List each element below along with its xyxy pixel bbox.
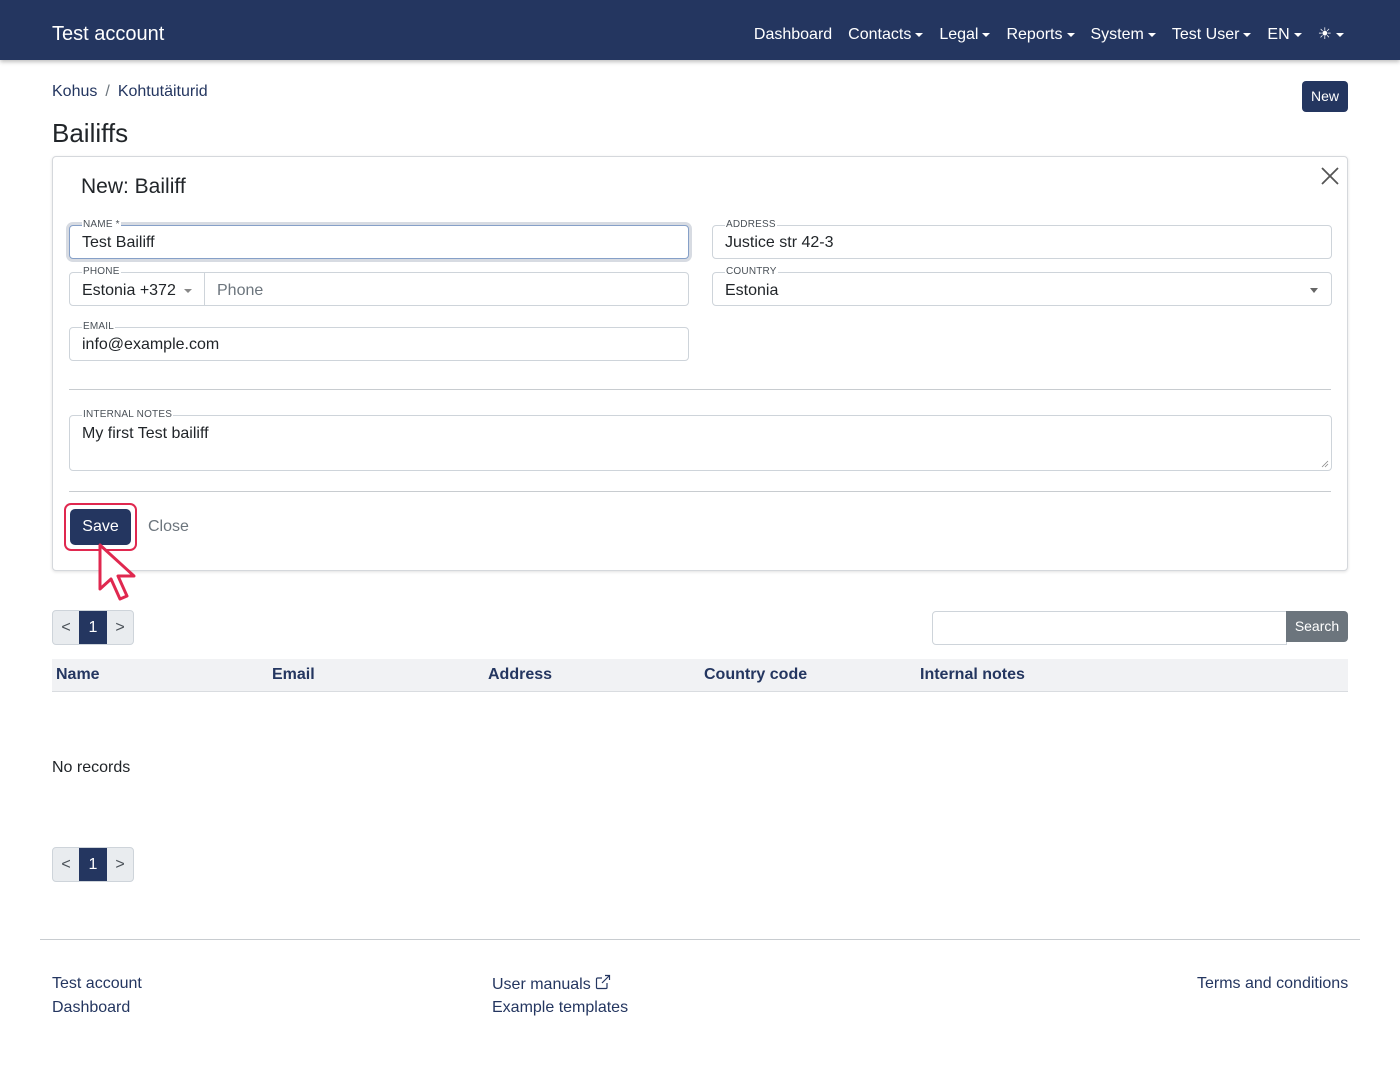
phone-country-select[interactable]: Estonia +372 (70, 273, 205, 305)
pagination-top: < 1 > (52, 610, 134, 645)
caret-down-icon (1293, 33, 1302, 37)
caret-down-icon (1310, 288, 1318, 293)
email-value: info@example.com (82, 336, 220, 353)
column-header-internal-notes[interactable]: Internal notes (920, 665, 1025, 685)
phone-prefix-value: Estonia +372 (82, 282, 176, 299)
nav-system[interactable]: System (1091, 23, 1156, 47)
address-label: Address (725, 219, 777, 231)
name-label: Name * (82, 219, 121, 231)
nav-reports[interactable]: Reports (1006, 23, 1075, 47)
breadcrumb-separator: / (105, 83, 110, 100)
address-field[interactable]: Address Justice str 42-3 (712, 219, 1332, 259)
nav-language-label: EN (1267, 26, 1290, 43)
pointer-cursor-icon (98, 543, 136, 601)
notes-label: Internal notes (82, 409, 174, 421)
current-page-button[interactable]: 1 (79, 848, 107, 881)
empty-table-message: No records (52, 759, 131, 776)
footer-divider (40, 939, 1360, 940)
user-manuals-label: User manuals (492, 976, 591, 993)
sun-icon: ☀ (1317, 26, 1332, 43)
column-header-email[interactable]: Email (272, 665, 315, 685)
close-icon[interactable] (1319, 165, 1341, 187)
main-nav: Dashboard Contacts Legal Reports System … (754, 23, 1344, 47)
footer-link-dashboard[interactable]: Dashboard (52, 998, 130, 1018)
caret-down-icon (1243, 33, 1252, 37)
search-input[interactable] (932, 611, 1287, 645)
form-title: New: Bailiff (81, 175, 186, 198)
divider (69, 491, 1331, 492)
nav-dashboard-label: Dashboard (753, 26, 833, 43)
column-header-address[interactable]: Address (488, 665, 552, 685)
close-button[interactable]: Close (148, 517, 189, 537)
country-select[interactable]: Country Estonia (712, 266, 1332, 306)
nav-system-label: System (1090, 26, 1144, 43)
caret-down-icon (915, 33, 924, 37)
notes-value: My first Test bailiff (82, 425, 209, 442)
page-title: Bailiffs (52, 118, 129, 148)
column-header-country-code[interactable]: Country code (704, 665, 807, 685)
current-page-button[interactable]: 1 (79, 611, 107, 644)
nav-user-label: Test User (1171, 26, 1240, 43)
footer-link-user-manuals[interactable]: User manuals (492, 974, 611, 995)
caret-down-icon (1147, 33, 1156, 37)
prev-page-button[interactable]: < (53, 848, 79, 881)
address-value: Justice str 42-3 (725, 234, 834, 251)
prev-page-button[interactable]: < (53, 611, 79, 644)
phone-placeholder: Phone (217, 282, 264, 299)
table-header: Name Email Address Country code Internal… (52, 659, 1348, 692)
caret-down-icon (1066, 33, 1075, 37)
breadcrumb-item-kohus[interactable]: Kohus (52, 82, 97, 102)
nav-user-menu[interactable]: Test User (1172, 23, 1252, 47)
brand-link[interactable]: Test account (52, 22, 164, 46)
nav-legal-label: Legal (939, 26, 979, 43)
name-value: Test Bailiff (82, 234, 155, 251)
external-link-icon (595, 974, 610, 990)
caret-down-icon (184, 289, 192, 293)
next-page-button[interactable]: > (107, 611, 133, 644)
divider (69, 389, 1331, 390)
new-bailiff-form-card: New: Bailiff Name * Test Bailiff Address… (52, 156, 1348, 571)
email-field[interactable]: Email info@example.com (69, 321, 689, 361)
next-page-button[interactable]: > (107, 848, 133, 881)
phone-input[interactable]: Phone (205, 273, 688, 305)
nav-language[interactable]: EN (1267, 23, 1302, 47)
new-button[interactable]: New (1302, 81, 1348, 112)
caret-down-icon (982, 33, 991, 37)
nav-contacts[interactable]: Contacts (848, 23, 924, 47)
breadcrumb: Kohus / Kohtutäiturid (52, 82, 208, 102)
top-navbar: Test account Dashboard Contacts Legal Re… (0, 0, 1400, 60)
nav-reports-label: Reports (1006, 26, 1063, 43)
nav-contacts-label: Contacts (848, 26, 912, 43)
footer-link-test-account[interactable]: Test account (52, 974, 142, 994)
country-value: Estonia (725, 282, 779, 299)
nav-dashboard[interactable]: Dashboard (754, 23, 832, 47)
resize-handle-icon[interactable] (1321, 460, 1329, 468)
breadcrumb-item-kohtutaiturid[interactable]: Kohtutäiturid (118, 82, 208, 102)
search-button[interactable]: Search (1286, 611, 1348, 642)
nav-legal[interactable]: Legal (939, 23, 991, 47)
caret-down-icon (1336, 33, 1344, 37)
theme-toggle[interactable]: ☀ (1318, 23, 1344, 47)
save-button[interactable]: Save (70, 509, 131, 545)
footer-link-terms[interactable]: Terms and conditions (1197, 974, 1348, 994)
name-field[interactable]: Name * Test Bailiff (69, 219, 689, 259)
internal-notes-textarea[interactable]: Internal notes My first Test bailiff (69, 409, 1332, 471)
column-header-name[interactable]: Name (56, 665, 100, 685)
phone-field: Phone Estonia +372 Phone (69, 266, 689, 306)
footer-link-example-templates[interactable]: Example templates (492, 998, 628, 1018)
email-label: Email (82, 321, 116, 333)
pagination-bottom: < 1 > (52, 847, 134, 882)
country-label: Country (725, 266, 778, 278)
